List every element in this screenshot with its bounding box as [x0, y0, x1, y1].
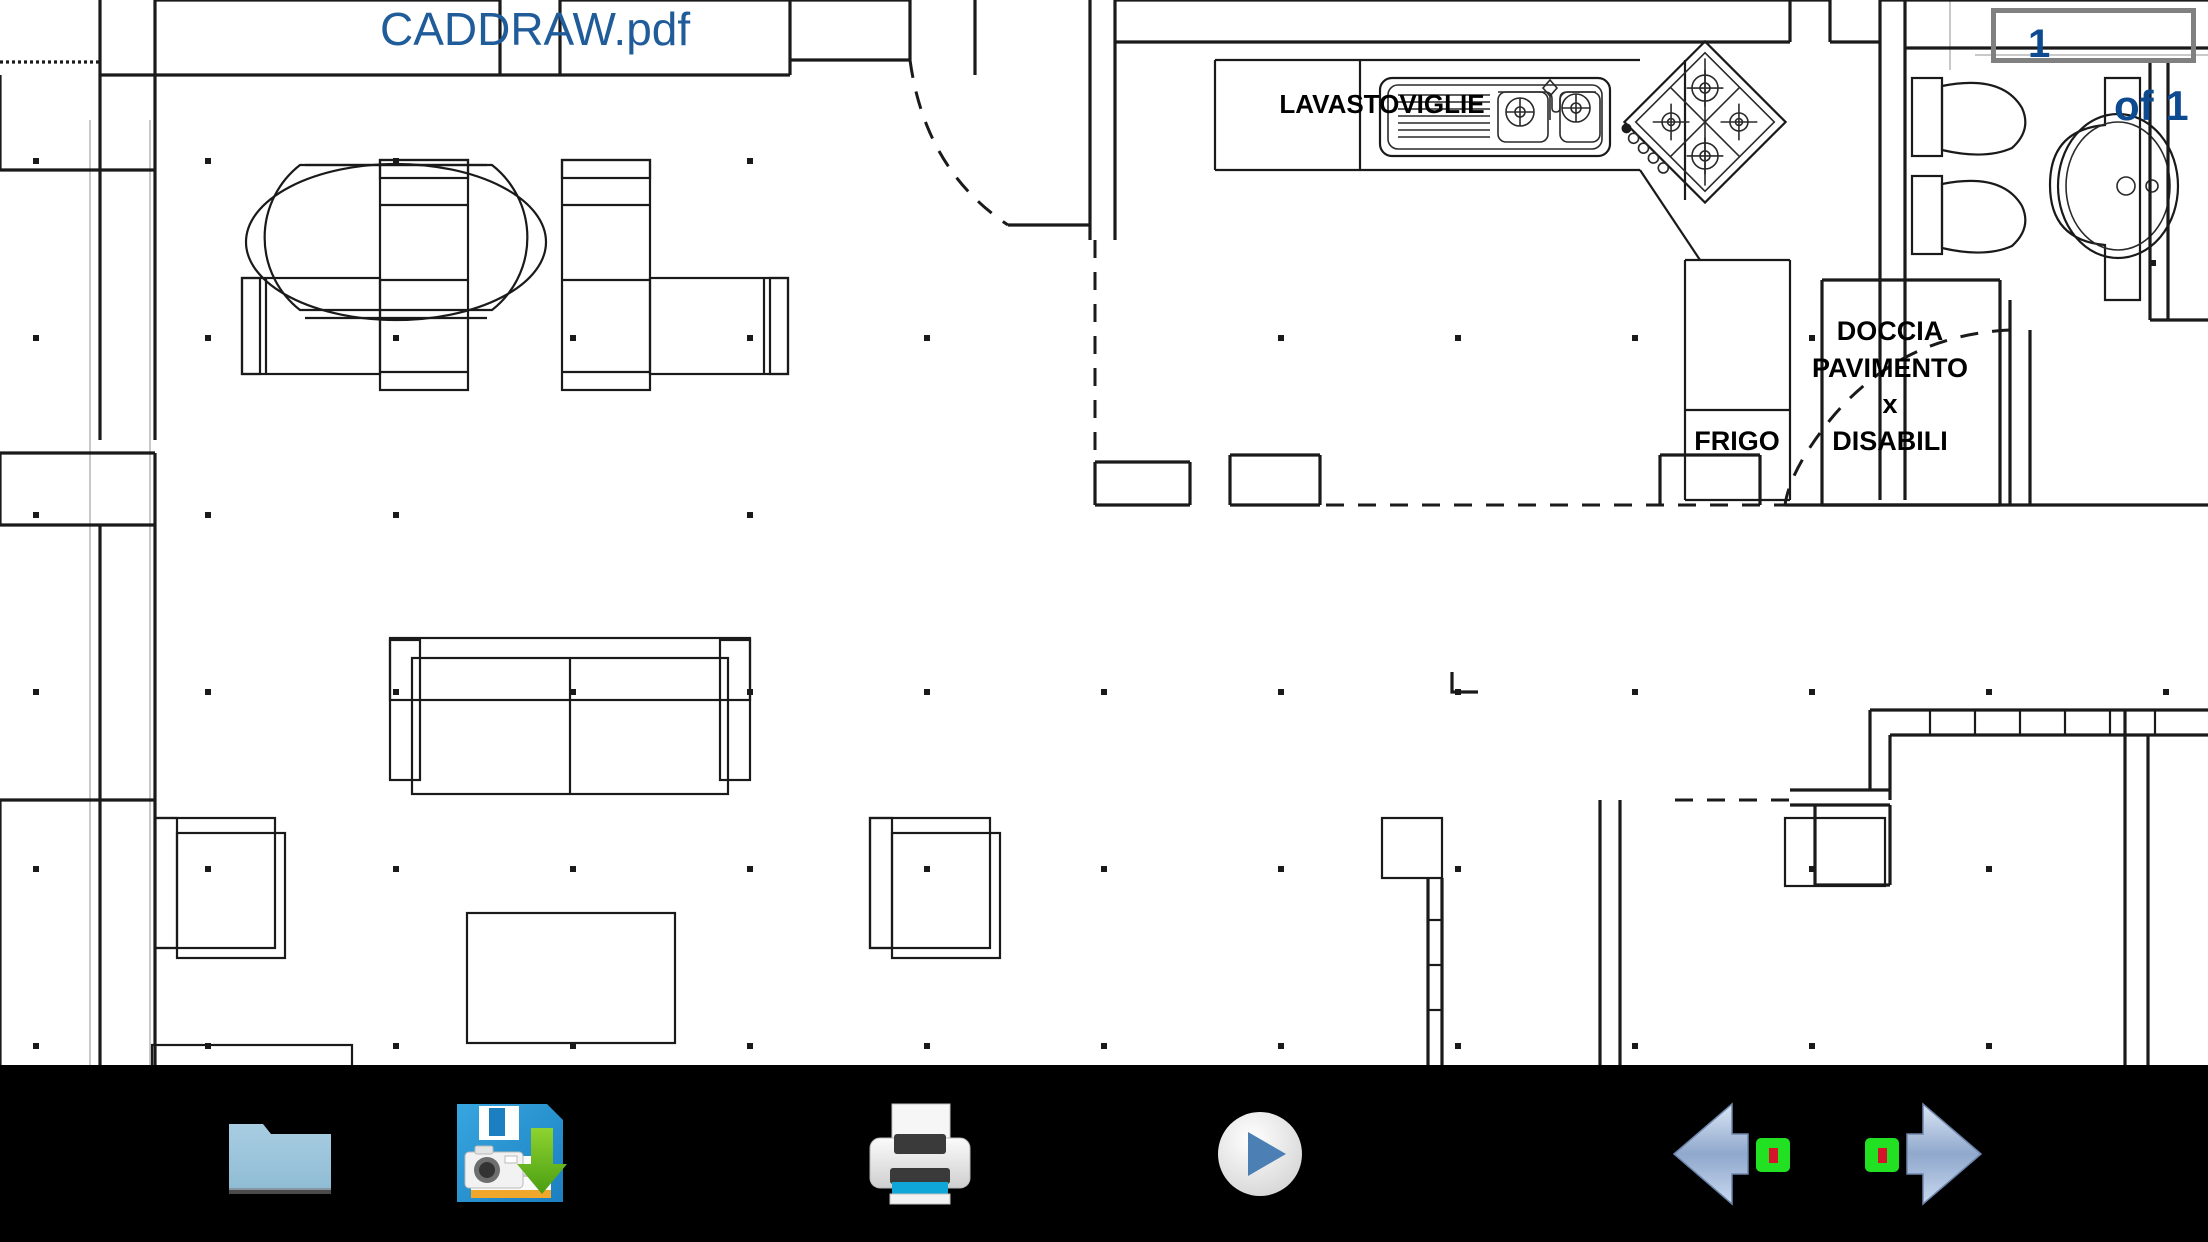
structural-column — [1380, 816, 1444, 1065]
page-number-box — [1991, 8, 2196, 63]
folder-icon — [229, 1123, 331, 1194]
previous-page-button[interactable] — [1665, 1065, 1815, 1242]
floor-plan-drawing: .w { fill:none; stroke:#1a1a1a; stroke-w… — [0, 0, 2208, 1065]
arrow-right-icon — [1865, 1101, 1983, 1206]
save-image-button[interactable] — [435, 1065, 585, 1242]
hallway-and-stairs — [1230, 300, 2208, 1065]
pdf-page-viewport[interactable]: .w { fill:none; stroke:#1a1a1a; stroke-w… — [0, 0, 2208, 1065]
bottom-toolbar — [0, 1065, 2208, 1242]
interior-partition — [908, 0, 1762, 507]
dining-chair — [648, 276, 790, 376]
dining-chair — [378, 158, 470, 392]
toilet-fixture-1 — [1910, 76, 2027, 158]
arrow-left-icon — [1672, 1101, 1790, 1206]
label-disabili: DISABILI — [1832, 426, 1948, 456]
sofa — [388, 636, 752, 796]
print-button[interactable] — [855, 1065, 985, 1242]
label-pavimento: PAVIMENTO — [1812, 353, 1968, 383]
page-total-label: of 1 — [2114, 82, 2189, 129]
save-snapshot-icon — [457, 1103, 567, 1202]
plan-labels: LAVASTOVIGLIE FRIGO DOCCIA PAVIMENTO x D… — [1279, 89, 1968, 456]
label-doccia: DOCCIA — [1837, 316, 1944, 346]
armchair — [153, 816, 287, 960]
kitchen-walls — [1088, 0, 2208, 500]
oval-dining-table-group — [240, 158, 790, 392]
grid-dots — [33, 158, 2169, 1049]
floor-detail-box — [1783, 816, 1887, 888]
play-button[interactable] — [1195, 1065, 1325, 1242]
dining-chair — [560, 158, 652, 392]
low-cabinet — [150, 1043, 354, 1065]
gas-cooktop — [1621, 39, 1788, 205]
printer-icon — [869, 1103, 971, 1204]
play-icon — [1218, 1111, 1302, 1196]
current-page-number: 1 — [2028, 22, 2051, 66]
label-lavastoviglie: LAVASTOVIGLIE — [1279, 89, 1484, 119]
label-x: x — [1882, 389, 1897, 419]
next-page-button[interactable] — [1840, 1065, 1990, 1242]
dining-chair — [240, 276, 382, 376]
label-frigo: FRIGO — [1694, 426, 1780, 456]
armchair — [868, 816, 1002, 960]
pdf-viewer-app: .w { fill:none; stroke:#1a1a1a; stroke-w… — [0, 0, 2208, 1242]
toilet-fixture-2 — [1910, 174, 2027, 256]
open-file-button[interactable] — [215, 1065, 345, 1242]
coffee-table — [465, 911, 677, 1045]
accessible-shower-room — [1820, 278, 2002, 507]
